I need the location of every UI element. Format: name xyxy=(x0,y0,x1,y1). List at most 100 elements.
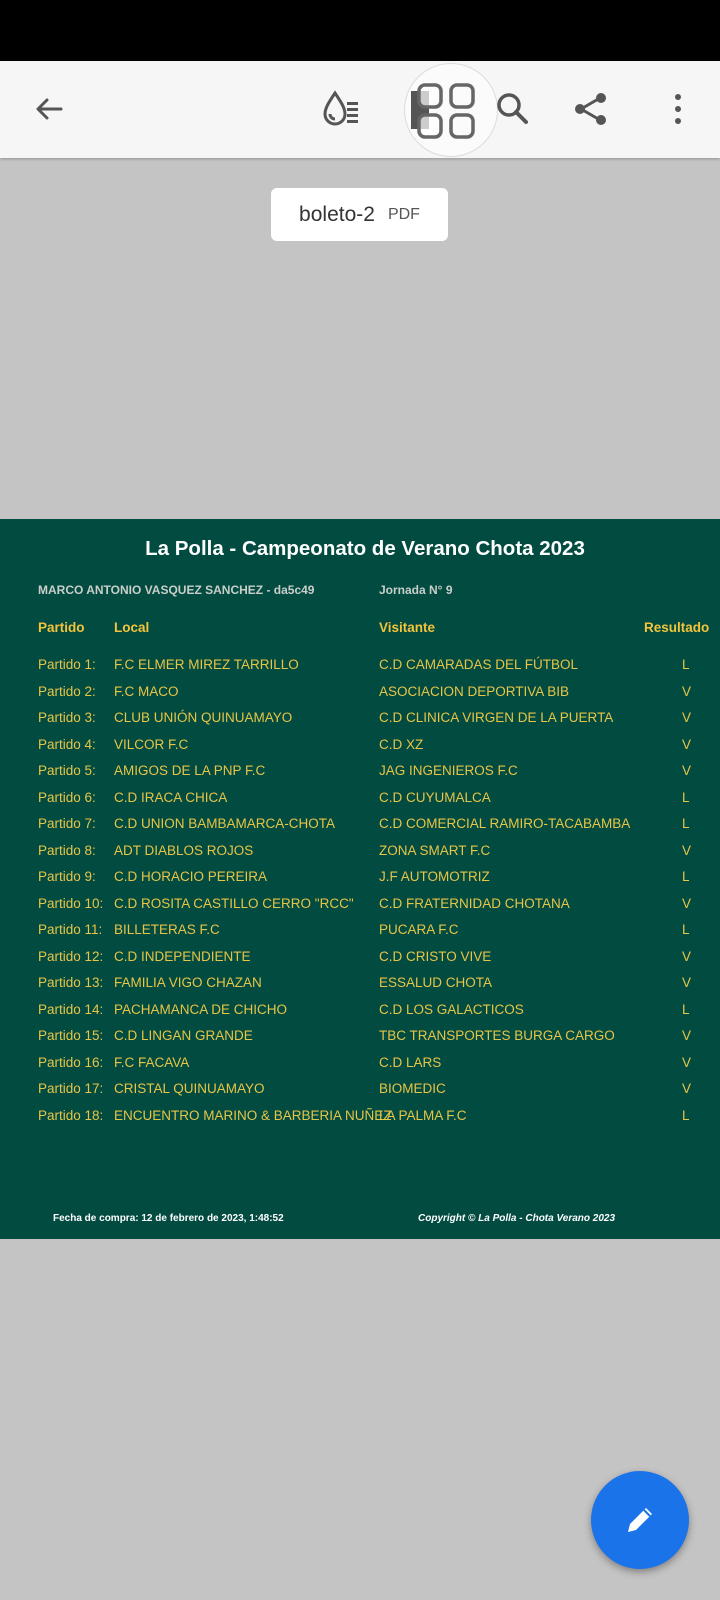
app-switcher-button[interactable] xyxy=(404,63,498,157)
local-team: F.C ELMER MIREZ TARRILLO xyxy=(114,657,299,672)
visitor-team: PUCARA F.C xyxy=(379,922,459,937)
back-arrow-icon xyxy=(36,98,63,120)
result-value: V xyxy=(682,1028,692,1043)
local-team: BILLETERAS F.C xyxy=(114,922,220,937)
visitor-team: TBC TRANSPORTES BURGA CARGO xyxy=(379,1028,615,1043)
header-partido: Partido xyxy=(38,620,85,635)
document-title-chip[interactable]: boleto-2 PDF xyxy=(271,188,448,241)
partido-label: Partido 14: xyxy=(38,1001,104,1017)
visitor-team: C.D XZ xyxy=(379,736,424,752)
partido-label: Partido 7: xyxy=(38,816,96,831)
match-row: Partido 2: F.C MACO ASOCIACION DEPORTIVA B… xyxy=(0,684,720,710)
result-value: V xyxy=(682,948,692,964)
visitor-team: C.D CAMARADAS DEL FÚTBOL xyxy=(379,657,579,672)
ticket-title: La Polla - Campeonato de Verano Chota 20… xyxy=(145,537,585,560)
visitor-team: C.D CLINICA VIRGEN DE LA PUERTA xyxy=(379,710,614,725)
result-value: V xyxy=(682,842,692,858)
header-visitante: Visitante xyxy=(379,620,436,635)
partido-label: Partido 8: xyxy=(38,842,96,858)
visitor-team: LA PALMA F.C xyxy=(379,1107,467,1123)
local-team: FAMILIA VIGO CHAZAN xyxy=(114,975,262,990)
match-row: Partido 12: C.D INDEPENDIENTE C.D CRISTO V… xyxy=(0,949,720,975)
share-button[interactable] xyxy=(567,85,615,133)
local-team: ENCUENTRO MARINO & BARBERIA NUÑEZ xyxy=(114,1107,392,1123)
match-row: Partido 14: PACHAMANCA DE CHICHO C.D LOS G… xyxy=(0,1002,720,1028)
search-icon xyxy=(497,93,528,124)
search-button[interactable] xyxy=(489,85,537,133)
result-value: V xyxy=(682,736,692,752)
header-resultado: Resultado xyxy=(644,620,710,635)
result-value: L xyxy=(682,657,690,672)
visitor-team: ESSALUD CHOTA xyxy=(379,975,493,990)
partido-label: Partido 3: xyxy=(38,710,96,725)
visitor-team: C.D CUYUMALCA xyxy=(379,789,491,805)
local-team: C.D ROSITA CASTILLO CERRO "RCC" xyxy=(114,895,354,911)
local-team: C.D HORACIO PEREIRA xyxy=(114,869,268,884)
visitor-team: C.D CRISTO VIVE xyxy=(379,948,492,964)
result-value: V xyxy=(682,710,692,725)
match-row: Partido 16: F.C FACAVA C.D LARS V xyxy=(0,1055,720,1081)
header-local: Local xyxy=(114,620,150,635)
partido-label: Partido 16: xyxy=(38,1054,104,1070)
match-row: Partido 10: C.D ROSITA CASTILLO CERRO "RC… xyxy=(0,896,720,922)
match-row: Partido 17: CRISTAL QUINUAMAYO BIOMEDIC V xyxy=(0,1081,720,1107)
local-team: C.D IRACA CHICA xyxy=(114,789,228,805)
result-value: L xyxy=(682,1107,690,1123)
match-row: Partido 3: CLUB UNIÓN QUINUAMAYO C.D CLINI… xyxy=(0,710,720,736)
share-icon xyxy=(575,93,606,125)
local-team: C.D UNION BAMBAMARCA-CHOTA xyxy=(114,816,336,831)
match-row: Partido 1: F.C ELMER MIREZ TARRILLO C.D CA… xyxy=(0,657,720,683)
partido-label: Partido 1: xyxy=(38,657,96,672)
pencil-icon xyxy=(628,1508,652,1532)
partido-label: Partido 15: xyxy=(38,1028,104,1043)
jornada-number: Jornada N° 9 xyxy=(379,583,453,597)
result-value: L xyxy=(682,1001,690,1017)
more-options-button[interactable] xyxy=(654,85,702,133)
liquid-mode-icon xyxy=(323,90,358,126)
result-value: V xyxy=(682,895,692,911)
result-value: V xyxy=(682,975,692,990)
top-toolbar xyxy=(0,61,720,158)
match-row: Partido 11: BILLETERAS F.C PUCARA F.C L xyxy=(0,922,720,948)
partido-label: Partido 9: xyxy=(38,869,96,884)
pdf-page: La Polla - Campeonato de Verano Chota 20… xyxy=(0,519,720,1239)
local-team: AMIGOS DE LA PNP F.C xyxy=(114,763,266,778)
local-team: C.D INDEPENDIENTE xyxy=(114,948,251,964)
partido-label: Partido 11: xyxy=(38,922,103,937)
visitor-team: C.D LARS xyxy=(379,1054,442,1070)
result-value: V xyxy=(682,683,692,699)
player-name: MARCO ANTONIO VASQUEZ SANCHEZ - da5c49 xyxy=(38,583,315,597)
match-row: Partido 4: VILCOR F.C C.D XZ V xyxy=(0,737,720,763)
status-bar xyxy=(0,0,720,61)
match-row: Partido 5: AMIGOS DE LA PNP F.C JAG INGENI… xyxy=(0,763,720,789)
visitor-team: C.D COMERCIAL RAMIRO-TACABAMBA xyxy=(379,816,631,831)
visitor-team: C.D LOS GALACTICOS xyxy=(379,1001,524,1017)
liquid-mode-button[interactable] xyxy=(317,85,365,133)
visitor-team: BIOMEDIC xyxy=(379,1081,446,1096)
partido-label: Partido 4: xyxy=(38,736,96,752)
visitor-team: ASOCIACION DEPORTIVA BIB xyxy=(379,683,570,699)
edit-fab-button[interactable] xyxy=(591,1471,689,1569)
partido-label: Partido 10: xyxy=(38,895,104,911)
partido-label: Partido 18: xyxy=(38,1107,104,1123)
partido-label: Partido 6: xyxy=(38,789,96,805)
local-team: PACHAMANCA DE CHICHO xyxy=(114,1001,288,1017)
visitor-team: J.F AUTOMOTRIZ xyxy=(379,869,490,884)
match-row: Partido 13: FAMILIA VIGO CHAZAN ESSALUD CH… xyxy=(0,975,720,1001)
result-value: L xyxy=(682,922,690,937)
local-team: ADT DIABLOS ROJOS xyxy=(114,842,254,858)
match-row: Partido 15: C.D LINGAN GRANDE TBC TRANSPOR… xyxy=(0,1028,720,1054)
local-team: VILCOR F.C xyxy=(114,736,189,752)
visitor-team: ZONA SMART F.C xyxy=(379,842,491,858)
back-button[interactable] xyxy=(25,85,73,133)
match-row: Partido 8: ADT DIABLOS ROJOS ZONA SMART F.… xyxy=(0,843,720,869)
local-team: CLUB UNIÓN QUINUAMAYO xyxy=(114,710,293,725)
partido-label: Partido 5: xyxy=(38,763,96,778)
local-team: F.C MACO xyxy=(114,683,179,699)
local-team: CRISTAL QUINUAMAYO xyxy=(114,1081,265,1096)
partido-label: Partido 2: xyxy=(38,683,96,699)
result-value: L xyxy=(682,789,690,805)
copyright-text: Copyright © La Polla - Chota Verano 2023 xyxy=(418,1213,616,1224)
partido-label: Partido 17: xyxy=(38,1081,104,1096)
result-value: V xyxy=(682,763,692,778)
